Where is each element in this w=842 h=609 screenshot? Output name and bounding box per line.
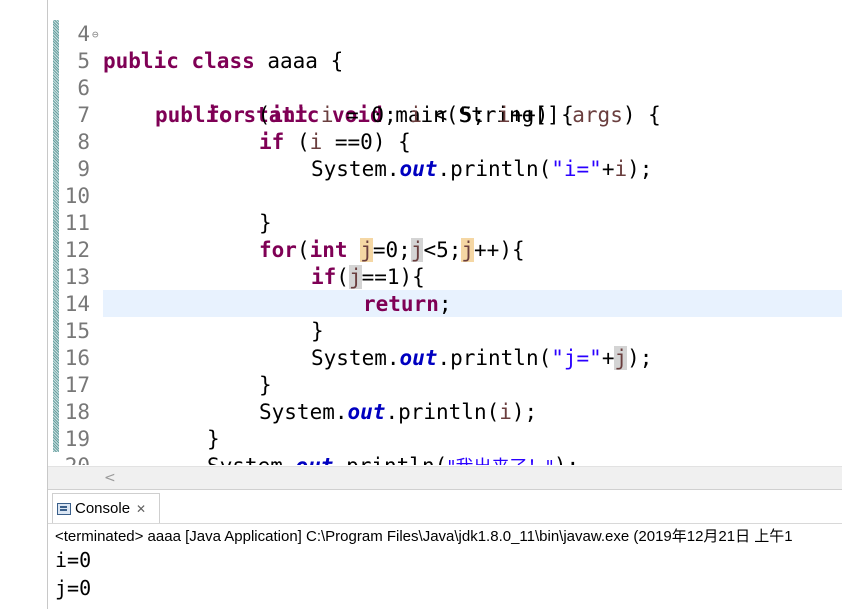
code-line: 11 for(int j=0;j<5;j++){ xyxy=(48,183,842,262)
code-line: 20 } xyxy=(48,426,842,465)
console-output-line: j=0 xyxy=(55,576,92,600)
console-icon xyxy=(57,502,71,515)
horizontal-scrollbar[interactable]: < xyxy=(48,466,842,489)
console-status-line: <terminated> aaaa [Java Application] C:\… xyxy=(55,528,793,545)
code-editor[interactable]: 4 public class aaaa { 5 ⊖ public static … xyxy=(48,0,842,465)
code-line: 12 if(j==1){ xyxy=(48,210,842,289)
code-line: 7 if (i ==0) { xyxy=(48,75,842,154)
code-line: 9 xyxy=(48,129,842,181)
tab-console-label: Console xyxy=(75,500,131,517)
code-line: 19 System.out.println("我出来了！"); xyxy=(48,399,842,465)
code-line: 8 System.out.println("i="+i); xyxy=(48,102,842,181)
fold-icon[interactable]: ⊖ xyxy=(92,21,99,48)
code-line: 4 public class aaaa { xyxy=(48,0,842,73)
close-icon[interactable]: ✕ xyxy=(136,502,146,516)
code-line: 16 } xyxy=(48,318,842,397)
code-line: 6 for (int i = 0; i < 5; i++) { xyxy=(48,48,842,127)
code-line: 18 } xyxy=(48,372,842,451)
code-line: 21 xyxy=(48,453,842,465)
code-line: 15 System.out.println("j="+j); xyxy=(48,291,842,370)
console-tab-bar: Console ✕ xyxy=(48,489,842,524)
code-line: 17 System.out.println(i); xyxy=(48,345,842,424)
scroll-left-icon[interactable]: < xyxy=(104,467,116,489)
code-line: 13 return; xyxy=(48,237,842,316)
tab-console[interactable]: Console ✕ xyxy=(52,493,160,523)
code-line: 14 } xyxy=(48,264,842,343)
console-output-line: i=0 xyxy=(55,548,92,572)
code-line: 5 ⊖ public static void main(String[] arg… xyxy=(48,21,842,127)
code-line: 10 } xyxy=(48,156,842,235)
left-margin xyxy=(0,0,48,609)
